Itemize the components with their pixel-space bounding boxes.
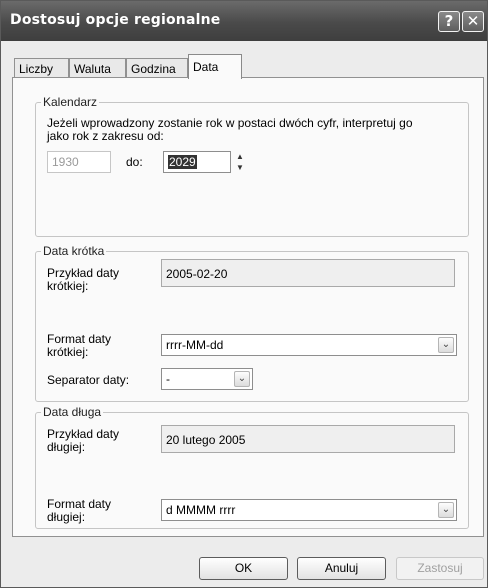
short-example-label-line2: krótkiej: [47,279,89,293]
to-year-field[interactable]: 2029 [163,151,231,173]
tab-godzina[interactable]: Godzina [126,58,188,78]
date-separator-value: - [166,372,170,386]
tab-label: Godzina [131,62,176,76]
dialog-window: Dostosuj opcje regionalne ? ✕ Liczby Wal… [0,0,488,588]
tab-label: Data [193,60,219,74]
tab-liczby[interactable]: Liczby [14,58,69,78]
long-date-format-select[interactable]: d MMMM rrrr ⌄ [161,499,457,521]
chevron-down-icon[interactable]: ⌄ [438,502,454,518]
short-date-format-select[interactable]: rrrr-MM-dd ⌄ [161,334,457,356]
calendar-legend: Kalendarz [43,95,98,109]
long-date-format-value: d MMMM rrrr [166,503,236,517]
year-spinner[interactable]: ▲ ▼ [232,151,248,173]
long-example-label-line2: długiej: [47,440,86,454]
long-date-example-value: 20 lutego 2005 [166,433,246,447]
spin-up-icon[interactable]: ▲ [232,151,248,162]
tab-waluta[interactable]: Waluta [69,58,126,78]
calendar-description-line2: jako rok z zakresu od: [47,129,164,143]
long-date-example: 20 lutego 2005 [161,425,455,453]
short-format-label-line2: krótkiej: [47,345,89,359]
tab-label: Waluta [74,62,111,76]
from-year-value: 1930 [52,155,79,169]
cancel-button[interactable]: Anuluj [297,557,386,580]
close-icon: ✕ [466,12,480,30]
help-button[interactable]: ? [438,11,460,32]
chevron-down-icon[interactable]: ⌄ [234,371,250,387]
short-date-example: 2005-02-20 [161,259,455,287]
ok-button[interactable]: OK [199,557,288,580]
separator-label: Separator daty: [47,373,130,387]
help-icon: ? [444,12,454,30]
spin-down-icon[interactable]: ▼ [232,162,248,173]
to-year-value: 2029 [168,155,197,169]
short-date-format-value: rrrr-MM-dd [166,338,224,352]
short-date-example-value: 2005-02-20 [166,267,228,281]
long-date-legend: Data długa [43,405,102,419]
from-year-field: 1930 [47,151,111,173]
short-date-legend: Data krótka [43,244,105,258]
title-bar[interactable]: Dostosuj opcje regionalne ? ✕ [1,1,487,41]
tab-data[interactable]: Data [188,54,242,79]
to-label: do: [126,155,143,169]
window-title: Dostosuj opcje regionalne [10,12,221,28]
long-format-label-line2: długiej: [47,510,86,524]
tab-label: Liczby [19,62,54,76]
apply-button: Zastosuj [396,557,484,580]
date-separator-select[interactable]: - ⌄ [161,368,253,390]
close-button[interactable]: ✕ [462,11,484,32]
chevron-down-icon[interactable]: ⌄ [438,337,454,353]
